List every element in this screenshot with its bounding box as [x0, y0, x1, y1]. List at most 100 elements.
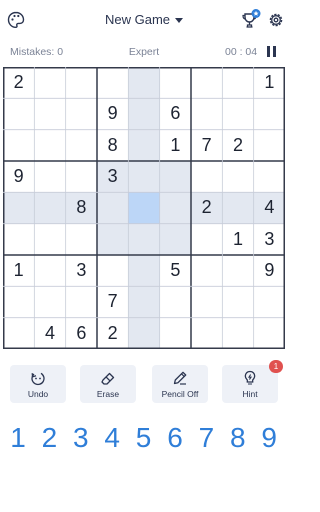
- sudoku-cell-r6c9[interactable]: 3: [254, 224, 285, 255]
- sudoku-cell-r9c6[interactable]: [160, 318, 191, 349]
- sudoku-cell-r9c7[interactable]: [191, 318, 222, 349]
- number-key-2[interactable]: 2: [35, 418, 63, 458]
- sudoku-cell-r8c4[interactable]: 7: [97, 286, 128, 317]
- sudoku-cell-r2c4[interactable]: 9: [97, 98, 128, 129]
- number-key-7[interactable]: 7: [192, 418, 220, 458]
- sudoku-cell-r6c6[interactable]: [159, 223, 191, 255]
- sudoku-cell-r8c6[interactable]: [160, 286, 191, 317]
- sudoku-cell-r6c8[interactable]: 1: [222, 224, 253, 255]
- sudoku-cell-r8c2[interactable]: [34, 286, 65, 317]
- undo-label: Undo: [27, 389, 49, 399]
- sudoku-cell-r5c6[interactable]: [159, 192, 191, 224]
- sudoku-cell-r9c8[interactable]: [222, 318, 253, 349]
- number-key-3[interactable]: 3: [67, 418, 95, 458]
- sudoku-cell-r9c9[interactable]: [254, 318, 285, 349]
- sudoku-cell-r1c1[interactable]: 2: [3, 67, 34, 98]
- sudoku-cell-r8c3[interactable]: [66, 286, 97, 317]
- sudoku-cell-r3c5[interactable]: [128, 129, 160, 161]
- sudoku-cell-r7c6[interactable]: 5: [160, 255, 191, 286]
- sudoku-cell-r9c2[interactable]: 4: [34, 318, 65, 349]
- sudoku-cell-r3c1[interactable]: [3, 130, 34, 161]
- sudoku-cell-r7c3[interactable]: 3: [66, 255, 97, 286]
- sudoku-cell-r5c3[interactable]: 8: [65, 192, 97, 224]
- erase-button[interactable]: Erase: [80, 365, 136, 403]
- sudoku-cell-r5c5[interactable]: [128, 192, 160, 224]
- number-key-5[interactable]: 5: [130, 418, 158, 458]
- sudoku-cell-r4c9[interactable]: [254, 161, 285, 192]
- sudoku-cell-r1c5[interactable]: [128, 67, 160, 99]
- sudoku-cell-r7c1[interactable]: 1: [3, 255, 34, 286]
- sudoku-cell-r2c6[interactable]: 6: [160, 98, 191, 129]
- sudoku-cell-r5c1[interactable]: [3, 192, 35, 224]
- sudoku-cell-r4c6[interactable]: [159, 161, 191, 193]
- sudoku-cell-r7c5[interactable]: [128, 255, 160, 287]
- sudoku-cell-r9c3[interactable]: 6: [66, 318, 97, 349]
- sudoku-cell-r4c1[interactable]: 9: [3, 161, 34, 192]
- sudoku-cell-r4c3[interactable]: [66, 161, 97, 192]
- sudoku-cell-r7c8[interactable]: [222, 255, 253, 286]
- sudoku-cell-r3c9[interactable]: [254, 130, 285, 161]
- sudoku-cell-r6c4[interactable]: [97, 223, 129, 255]
- sudoku-cell-r5c8[interactable]: [222, 192, 254, 224]
- sudoku-cell-r2c8[interactable]: [222, 98, 253, 129]
- sudoku-cell-r3c8[interactable]: 2: [222, 130, 253, 161]
- pencil-off-button[interactable]: Pencil Off: [152, 365, 208, 403]
- sudoku-cell-r8c7[interactable]: [191, 286, 222, 317]
- sudoku-cell-r4c4[interactable]: 3: [97, 161, 129, 193]
- sudoku-cell-r1c3[interactable]: [66, 67, 97, 98]
- number-key-4[interactable]: 4: [98, 418, 126, 458]
- sudoku-cell-r2c5[interactable]: [128, 98, 160, 130]
- sudoku-cell-r2c7[interactable]: [191, 98, 222, 129]
- sudoku-cell-r1c2[interactable]: [34, 67, 65, 98]
- sudoku-cell-r9c5[interactable]: [128, 317, 160, 349]
- sudoku-cell-r1c6[interactable]: [160, 67, 191, 98]
- sudoku-cell-r6c3[interactable]: [66, 224, 97, 255]
- sudoku-cell-r5c4[interactable]: [97, 192, 129, 224]
- sudoku-cell-r1c4[interactable]: [97, 67, 128, 98]
- hint-button[interactable]: Hint 1: [222, 360, 283, 403]
- sudoku-cell-r4c5[interactable]: [128, 161, 160, 193]
- sudoku-cell-r6c7[interactable]: [191, 224, 222, 255]
- sudoku-cell-r6c5[interactable]: [128, 223, 160, 255]
- sudoku-cell-r7c9[interactable]: 9: [254, 255, 285, 286]
- eraser-icon: [101, 372, 115, 385]
- sudoku-cell-r2c9[interactable]: [254, 98, 285, 129]
- sudoku-cell-r3c6[interactable]: 1: [160, 130, 191, 161]
- sudoku-cell-r7c2[interactable]: [34, 255, 65, 286]
- sudoku-cell-r2c3[interactable]: [66, 98, 97, 129]
- sudoku-cell-r5c9[interactable]: 4: [253, 192, 285, 224]
- sudoku-cell-r4c7[interactable]: [191, 161, 222, 192]
- number-key-8[interactable]: 8: [224, 418, 252, 458]
- sudoku-cell-r3c4[interactable]: 8: [97, 130, 128, 161]
- sudoku-cell-r8c5[interactable]: [128, 286, 160, 318]
- sudoku-cell-r3c7[interactable]: 7: [191, 130, 222, 161]
- sudoku-cell-r4c2[interactable]: [34, 161, 65, 192]
- sudoku-cell-r8c1[interactable]: [3, 286, 34, 317]
- sudoku-cell-r2c1[interactable]: [3, 98, 34, 129]
- sudoku-cell-r8c8[interactable]: [222, 286, 253, 317]
- sudoku-cell-r7c7[interactable]: [191, 255, 222, 286]
- sudoku-cell-r4c8[interactable]: [222, 161, 253, 192]
- sudoku-cell-r3c3[interactable]: [66, 130, 97, 161]
- sudoku-cell-r9c1[interactable]: [3, 318, 34, 349]
- top-bar: New Game: [0, 0, 288, 40]
- sudoku-cell-r8c9[interactable]: [254, 286, 285, 317]
- sudoku-cell-r6c2[interactable]: [34, 224, 65, 255]
- gear-icon[interactable]: [267, 11, 285, 29]
- sudoku-cell-r5c7[interactable]: 2: [191, 192, 223, 224]
- sudoku-cell-r6c1[interactable]: [3, 224, 34, 255]
- trophy-star-icon[interactable]: [240, 8, 262, 32]
- sudoku-cell-r3c2[interactable]: [34, 130, 65, 161]
- pause-icon[interactable]: [266, 46, 278, 57]
- sudoku-cell-r1c8[interactable]: [222, 67, 253, 98]
- sudoku-cell-r2c2[interactable]: [34, 98, 65, 129]
- sudoku-cell-r1c9[interactable]: 1: [254, 67, 285, 98]
- sudoku-cell-r5c2[interactable]: [34, 192, 66, 224]
- number-key-6[interactable]: 6: [161, 418, 189, 458]
- sudoku-cell-r9c4[interactable]: 2: [97, 318, 128, 349]
- undo-button[interactable]: Undo: [10, 365, 66, 403]
- number-key-9[interactable]: 9: [255, 418, 283, 458]
- sudoku-cell-r7c4[interactable]: [97, 255, 128, 286]
- number-key-1[interactable]: 1: [4, 418, 32, 458]
- sudoku-cell-r1c7[interactable]: [191, 67, 222, 98]
